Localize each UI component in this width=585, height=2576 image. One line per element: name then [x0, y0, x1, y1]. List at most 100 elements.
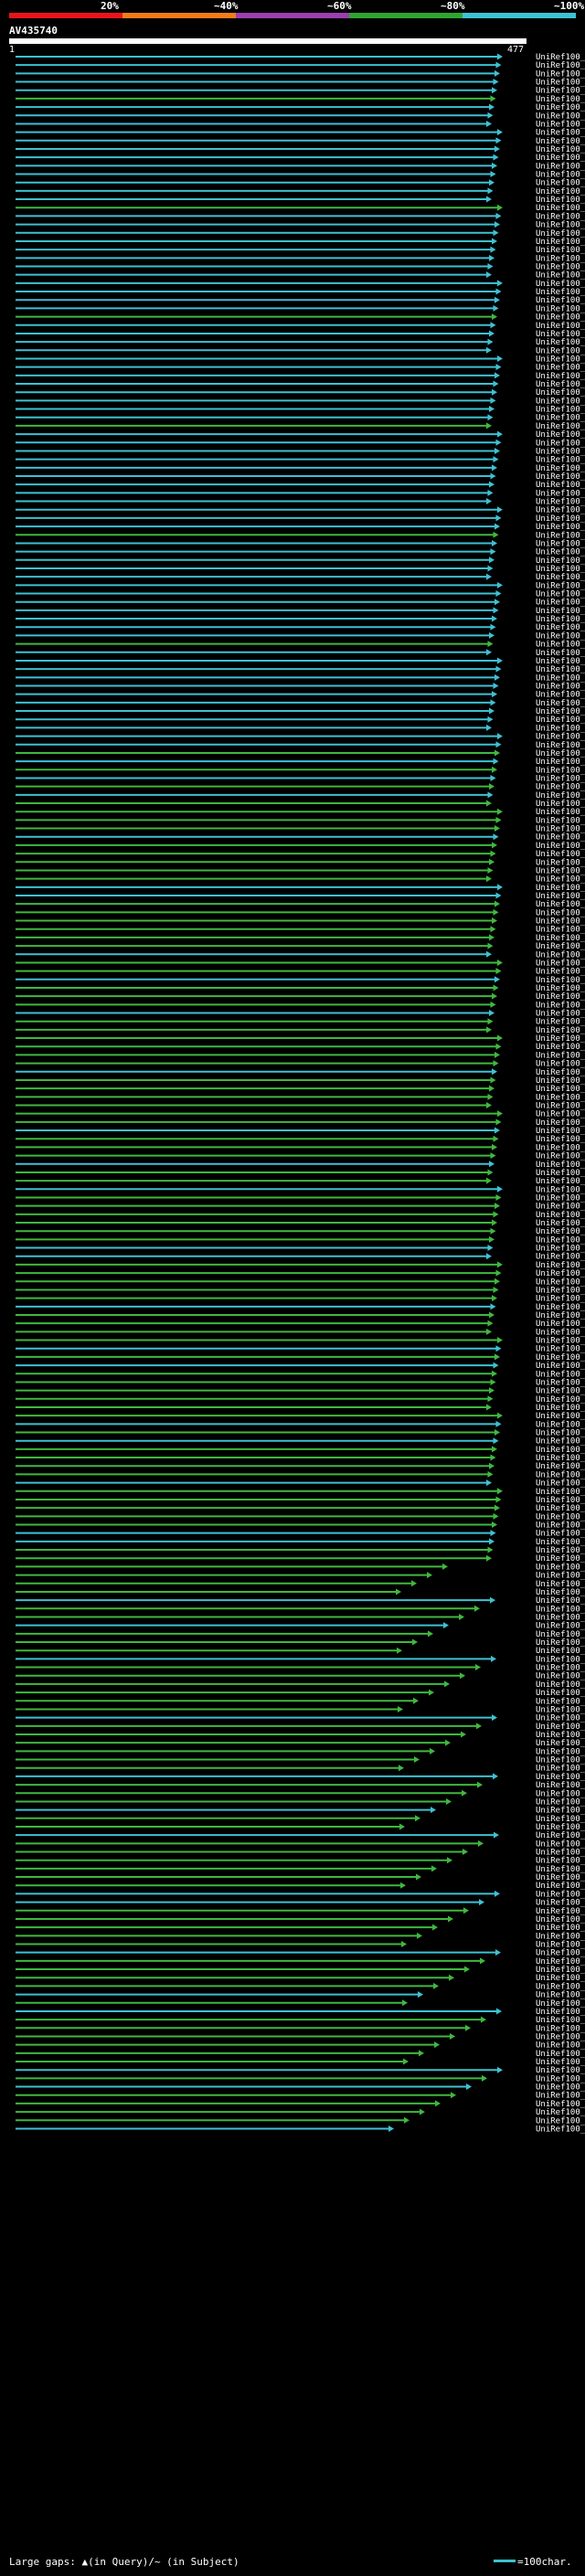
- hit-arrow: [401, 1941, 407, 1947]
- hit-arrow: [400, 1882, 406, 1889]
- hit-arrow: [486, 1253, 492, 1260]
- hit-arrow: [495, 590, 502, 598]
- hit-arrow: [489, 934, 495, 941]
- hit-arrow: [486, 1479, 492, 1487]
- hit-arrow: [495, 145, 500, 153]
- legend-label: ~100%: [554, 0, 585, 12]
- hit-arrow: [489, 858, 495, 865]
- hit-arrow: [486, 724, 492, 731]
- hit-arrow: [486, 573, 492, 580]
- hit-arrow: [497, 2066, 503, 2073]
- hit-arrow: [492, 1446, 497, 1453]
- hit-arrow: [489, 631, 495, 639]
- hit-arrow: [388, 2125, 394, 2132]
- hit-arrow: [495, 1353, 500, 1361]
- hit-arrow: [487, 716, 494, 723]
- hit-arrow: [495, 1043, 502, 1050]
- legend-label: ~80%: [441, 0, 465, 12]
- hit-arrow: [399, 1765, 404, 1772]
- hit-arrow: [487, 1546, 494, 1553]
- hit-arrow: [431, 1807, 436, 1814]
- hit-arrow: [495, 1420, 502, 1427]
- hit-arrow: [493, 1437, 499, 1445]
- hit-arrow: [495, 1345, 502, 1352]
- hit-arrow: [431, 1865, 437, 1872]
- hit-arrow: [496, 2008, 502, 2015]
- hit-arrow: [495, 288, 502, 295]
- hit-arrow: [476, 1723, 482, 1730]
- hit-arrow: [495, 892, 502, 899]
- hit-arrow: [487, 1169, 494, 1176]
- hit-arrow: [474, 1605, 480, 1612]
- hit-arrow: [495, 69, 500, 77]
- hit-arrow: [490, 1530, 496, 1537]
- footer-scale-line: [494, 2560, 516, 2562]
- hit-arrow: [497, 733, 503, 740]
- hit-arrow: [495, 1193, 502, 1201]
- hit-arrow: [492, 388, 497, 396]
- hit-arrow: [495, 673, 500, 681]
- hit-arrow: [493, 304, 499, 312]
- hit-arrow: [481, 2016, 486, 2023]
- hit-arrow: [497, 204, 503, 211]
- hit-arrow: [495, 1127, 500, 1134]
- hit-arrow: [486, 800, 492, 807]
- hit-arrow: [489, 1387, 495, 1394]
- hit-arrow: [492, 766, 497, 773]
- footer-scale-label: =100char.: [517, 2556, 572, 2568]
- hit-arrow: [490, 1076, 496, 1084]
- hit-arrow: [449, 1974, 454, 1981]
- hit-arrow: [486, 196, 492, 203]
- hit-arrow: [487, 1093, 494, 1100]
- hit-arrow: [465, 2024, 471, 2031]
- hit-arrow: [490, 95, 496, 102]
- hit-arrow: [492, 464, 497, 472]
- legend-label: ~60%: [327, 0, 352, 12]
- hit-arrow: [490, 1001, 496, 1008]
- hit-arrow: [487, 641, 494, 648]
- hit-arrow: [404, 2116, 410, 2124]
- hit-arrow: [487, 565, 494, 572]
- hit-arrow: [497, 1412, 503, 1419]
- hit-arrow: [459, 1613, 464, 1620]
- hit-arrow: [487, 263, 494, 270]
- hit-arrow: [493, 531, 499, 538]
- hit-arrow: [494, 1831, 499, 1839]
- hit-arrow: [486, 422, 492, 429]
- hit-arrow: [490, 1303, 496, 1310]
- hit-arrow: [416, 1873, 421, 1881]
- hit-arrow: [490, 1378, 496, 1385]
- hit-arrow: [493, 79, 499, 86]
- hit-arrow: [495, 1269, 502, 1277]
- hit-arrow: [493, 908, 499, 916]
- hit-arrow: [451, 2092, 456, 2099]
- hit-arrow: [447, 1857, 452, 1864]
- hit-arrow: [495, 212, 502, 219]
- hit-arrow: [497, 53, 503, 60]
- hit-arrow: [490, 1596, 495, 1604]
- hit-arrow: [497, 129, 503, 136]
- hit-arrow: [489, 1161, 495, 1168]
- hit-arrow: [482, 2074, 487, 2082]
- footer-gap-legend: Large gaps: ▲(in Query)/~ (in Subject): [9, 2556, 239, 2568]
- hit-arrow: [495, 439, 502, 446]
- hit-arrow: [493, 229, 499, 237]
- hit-arrow: [435, 2100, 441, 2107]
- hit-arrow: [492, 842, 497, 849]
- hit-arrow: [495, 523, 500, 530]
- hit-arrow: [490, 171, 496, 178]
- hit-arrow: [487, 1018, 494, 1025]
- hit-arrow: [495, 968, 502, 975]
- hit-arrow: [489, 254, 495, 261]
- hit-arrow: [495, 1429, 500, 1436]
- hit-arrow: [487, 942, 494, 949]
- hit-arrow: [495, 372, 500, 379]
- hit-arrow: [417, 1932, 422, 1939]
- hit-arrow: [414, 1756, 420, 1764]
- hit-arrow: [419, 2050, 424, 2057]
- hit-arrow: [495, 741, 502, 748]
- hit-arrow: [486, 120, 492, 127]
- hit-arrow: [493, 1362, 499, 1369]
- hit-arrow: [415, 1815, 420, 1822]
- hit-arrow: [497, 1488, 503, 1495]
